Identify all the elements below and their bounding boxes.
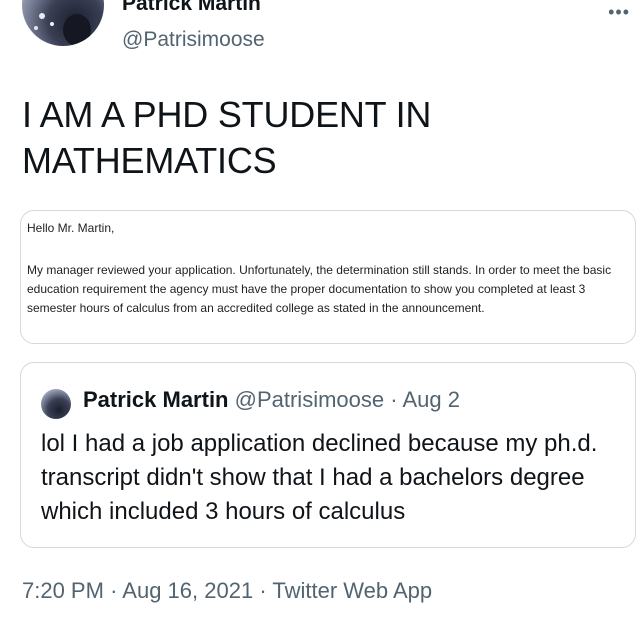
footer-separator: ·: [110, 578, 118, 603]
tweet-text: I AM A PHD STUDENT IN MATHEMATICS: [22, 94, 432, 181]
more-horizontal-icon[interactable]: •••: [608, 2, 630, 23]
quoted-author-avatar[interactable]: [41, 389, 71, 419]
author-handle[interactable]: @Patrisimoose: [122, 28, 265, 52]
tweet-date[interactable]: Aug 16, 2021: [122, 578, 253, 603]
quoted-separator: ·: [390, 387, 398, 412]
quoted-author-handle: @Patrisimoose: [234, 387, 385, 412]
quoted-tweet-text: lol I had a job application declined bec…: [41, 430, 598, 525]
quoted-tweet-date: Aug 2: [402, 387, 460, 412]
quoted-tweet[interactable]: Patrick Martin @Patrisimoose · Aug 2 lol…: [20, 362, 636, 548]
attached-image-email[interactable]: Hello Mr. Martin, My manager reviewed yo…: [20, 210, 636, 344]
email-body: My manager reviewed your application. Un…: [27, 263, 612, 315]
tweet-time[interactable]: 7:20 PM: [22, 578, 104, 603]
author-avatar[interactable]: [22, 0, 104, 46]
author-display-name[interactable]: Patrick Martin: [122, 0, 261, 16]
email-greeting: Hello Mr. Martin,: [27, 221, 115, 235]
tweet-source[interactable]: Twitter Web App: [272, 578, 432, 603]
footer-separator: ·: [259, 578, 267, 603]
quoted-tweet-header: Patrick Martin @Patrisimoose · Aug 2: [83, 387, 460, 413]
tweet-footer: 7:20 PM · Aug 16, 2021 · Twitter Web App: [22, 578, 432, 604]
quoted-author-name: Patrick Martin: [83, 387, 229, 412]
